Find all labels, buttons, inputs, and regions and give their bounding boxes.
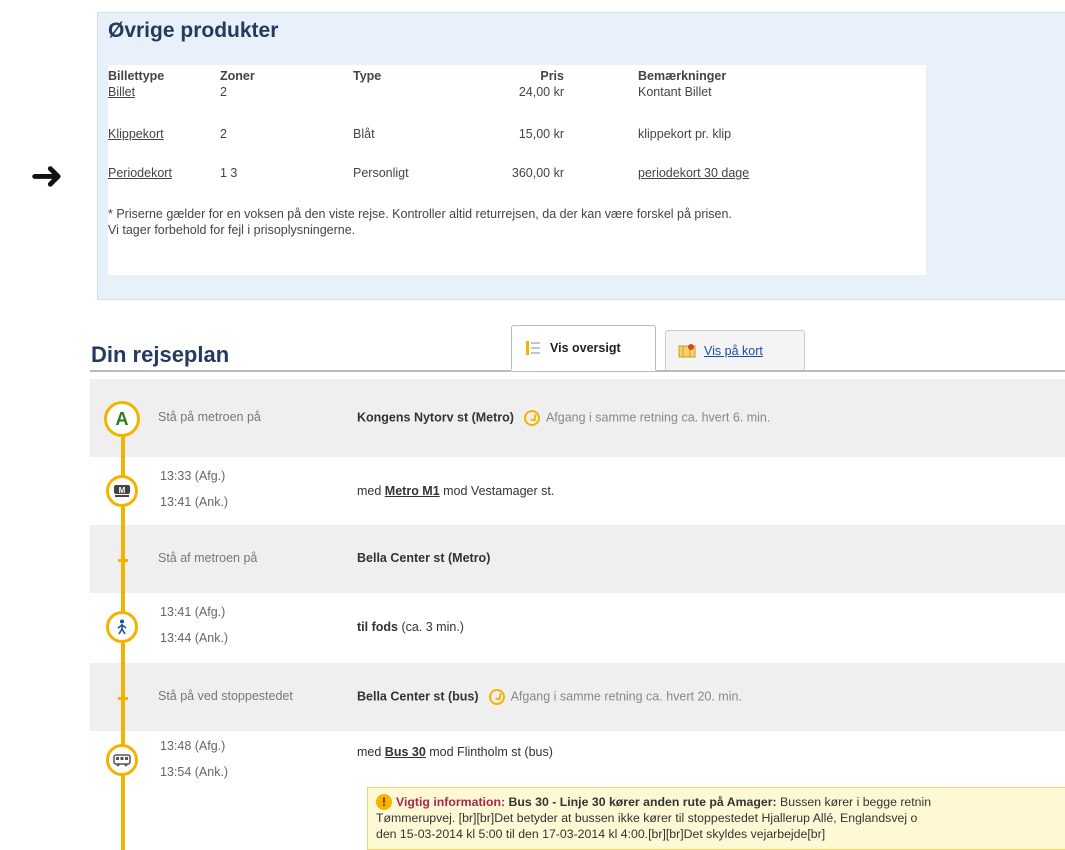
products-table: Billettype Zoner Type Pris Bemærkninger … [108,65,926,275]
arrival-time: 13:44 (Ank.) [160,631,229,645]
step-text: Bella Center st (Metro) [357,551,490,565]
important-information-box: ! Vigtig information: Bus 30 - Linje 30 k… [367,787,1065,850]
text: (ca. 3 min.) [397,620,464,634]
table-cell: 1 3 [220,166,238,180]
journey-step: 13:33 (Afg.) 13:41 (Ank.) med Metro M1 m… [90,457,1065,525]
clock-icon [488,689,505,705]
tab-label: Vis oversigt [550,340,621,355]
col-header-type: Type [353,69,382,83]
table-cell: klippekort pr. klip [638,127,732,141]
journey-step: Stå på metroen på Kongens Nytorv st (Met… [90,379,1065,457]
departure-time: 13:33 (Afg.) [160,469,226,483]
col-header-zoner: Zoner [220,69,255,83]
departure-time: 13:41 (Afg.) [160,605,226,619]
journey-step: Stå på ved stoppestedet Bella Center st … [90,663,1065,731]
list-icon [526,340,540,355]
klippekort-link[interactable]: Klippekort [108,127,164,141]
step-label: Stå af metroen på [158,551,258,565]
products-panel: Øvrige produkter Billettype Zoner Type P… [97,12,1065,300]
table-cell: Blåt [353,127,375,141]
table-cell: 24,00 kr [518,85,564,99]
text: mod Vestamager st. [439,484,555,498]
text: med [357,484,385,498]
periodekort-30-dage-link[interactable]: periodekort 30 dage [638,166,749,180]
tab-vis-paa-kort[interactable]: Vis på kort [665,330,805,370]
clock-icon [523,410,540,426]
bus-30-link[interactable]: Bus 30 [385,745,426,759]
warning-title: Vigtig information: [396,795,506,809]
table-cell: 360,00 kr [511,166,564,180]
step-text: Bella Center st (bus) Afgang i samme retn… [357,689,742,705]
start-marker-label: A [115,408,129,429]
step-text: med Bus 30 mod Flintholm st (bus) [357,745,553,759]
journey-timeline: Stå på metroen på Kongens Nytorv st (Met… [90,379,1065,850]
table-cell: 2 [220,85,227,99]
station-name: Bella Center st (bus) [357,689,479,704]
start-marker: A [104,401,140,437]
price-note-line: Vi tager forbehold for fejl i prisoplysn… [108,223,356,237]
step-label: Stå på ved stoppestedet [158,689,293,703]
table-cell: 15,00 kr [518,127,564,141]
step-text: til fods (ca. 3 min.) [357,620,464,634]
warning-text: Bussen kører i begge retnin [776,795,932,809]
metro-icon: M [106,475,138,507]
frequency-hint: Afgang i samme retning ca. hvert 6. min. [545,410,771,425]
journey-step: Stå af metroen på Bella Center st (Metro… [90,525,1065,593]
text: med [357,745,385,759]
col-header-pris: Pris [540,69,564,83]
arrival-time: 13:41 (Ank.) [160,495,229,509]
table-cell: Kontant Billet [638,85,712,99]
frequency-hint: Afgang i samme retning ca. hvert 20. min… [510,689,742,704]
station-name: Bella Center st (Metro) [357,551,491,565]
stop-tick [118,697,128,700]
warning-icon: ! [376,794,392,810]
table-cell: 2 [220,127,227,141]
periodekort-link[interactable]: Periodekort [108,166,172,180]
step-text: med Metro M1 mod Vestamager st. [357,484,554,498]
stop-tick [118,559,128,562]
arrival-time: 13:54 (Ank.) [160,765,229,779]
rejseplan-title: Din rejseplan [91,342,230,367]
departure-time: 13:48 (Afg.) [160,739,226,753]
text: mod Flintholm st (bus) [425,745,553,759]
tab-vis-oversigt[interactable]: Vis oversigt [511,325,656,371]
warning-headline: Bus 30 - Linje 30 kører anden rute på Am… [505,795,777,809]
price-note: * Priserne gælder for en voksen på den v… [108,206,888,238]
metro-m1-link[interactable]: Metro M1 [385,484,440,498]
tab-label-link[interactable]: Vis på kort [704,344,763,358]
warning-text: Tømmerupvej. [br][br]Det betyder at buss… [376,811,918,825]
walk-icon [106,611,138,643]
arrow-right-icon: ➜ [30,154,64,198]
station-name: Kongens Nytorv st (Metro) [357,410,514,425]
step-label: Stå på metroen på [158,410,261,424]
bus-icon [106,744,138,776]
warning-text: den 15-03-2014 kl 5:00 til den 17-03-201… [376,827,826,841]
map-icon [678,343,696,357]
price-note-line: * Priserne gælder for en voksen på den v… [108,207,732,221]
walk-label: til fods [357,620,398,634]
svg-text:M: M [119,486,126,495]
billet-link[interactable]: Billet [108,85,135,99]
table-cell: Personligt [353,166,409,180]
products-title: Øvrige produkter [108,19,279,42]
step-text: Kongens Nytorv st (Metro) Afgang i samme … [357,410,770,426]
col-header-billettype: Billettype [108,69,165,83]
journey-step: 13:41 (Afg.) 13:44 (Ank.) til fods (ca. … [90,593,1065,663]
col-header-bemaerkninger: Bemærkninger [638,69,727,83]
